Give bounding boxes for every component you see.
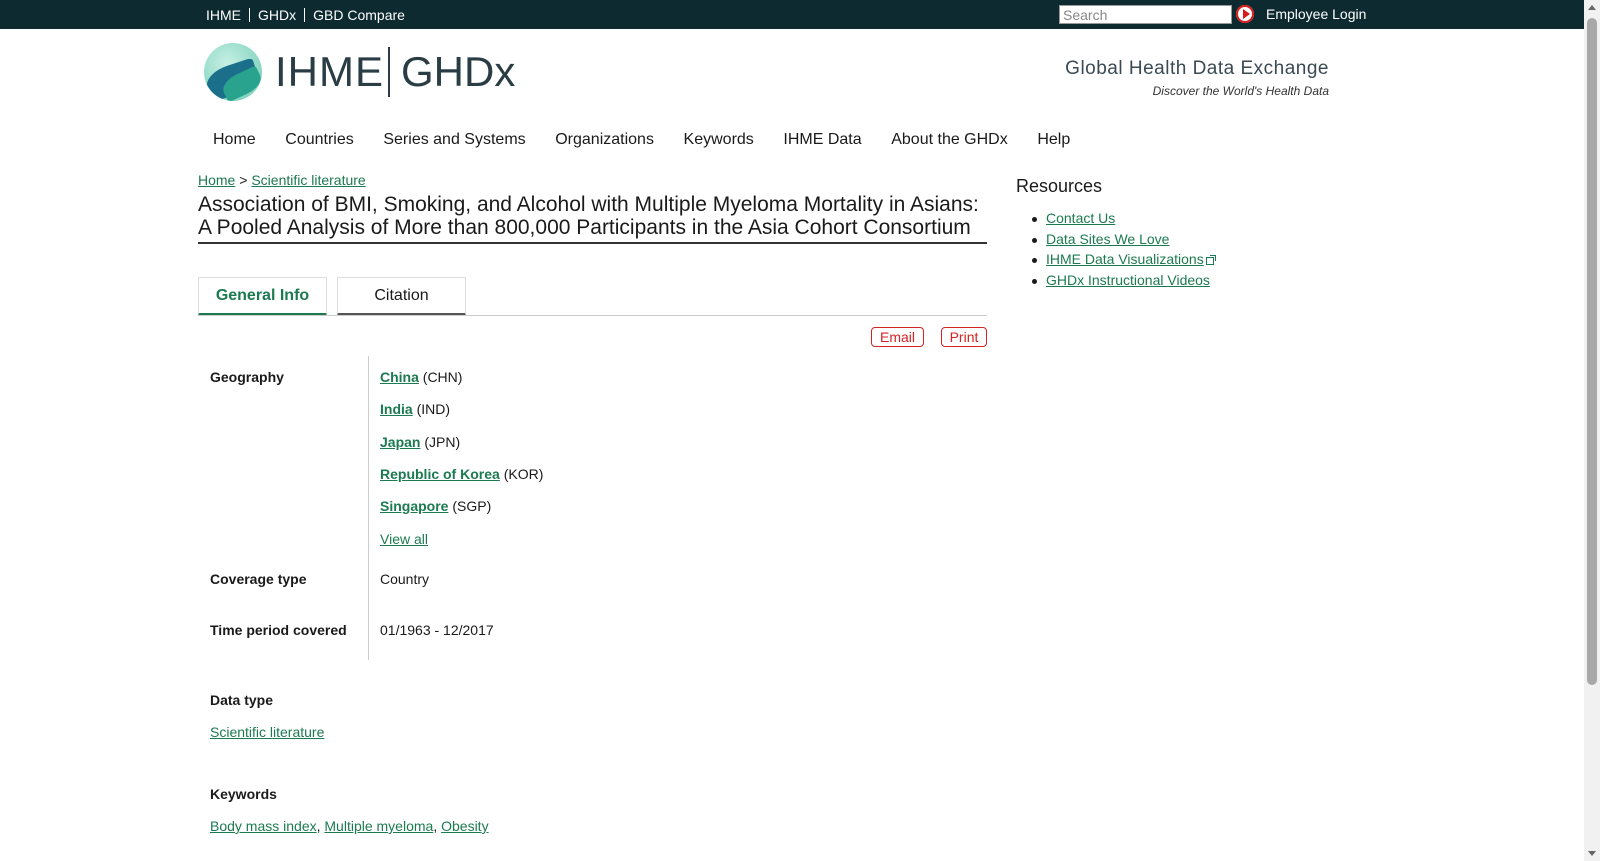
time-period-label: Time period covered — [210, 622, 347, 638]
view-all-link[interactable]: View all — [380, 531, 428, 547]
keyword-link-obesity[interactable]: Obesity — [441, 818, 488, 834]
play-circle-icon — [1236, 5, 1254, 23]
keyword-link-multiple-myeloma[interactable]: Multiple myeloma — [324, 818, 433, 834]
keywords-list: Body mass index, Multiple myeloma, Obesi… — [210, 818, 489, 834]
top-link-ihme[interactable]: IHME — [206, 8, 249, 22]
nav-item-ihme-data[interactable]: IHME Data — [783, 131, 861, 149]
resource-link-ihme-data-visualizations[interactable]: IHME Data Visualizations — [1046, 251, 1204, 267]
geography-code: (JPN) — [424, 434, 461, 450]
top-bar: IHME GHDx GBD Compare Employee Login — [0, 0, 1584, 29]
top-link-gbd-compare[interactable]: GBD Compare — [304, 7, 413, 22]
print-button[interactable]: Print — [941, 327, 987, 347]
keywords-label: Keywords — [210, 786, 277, 802]
resources-title: Resources — [1016, 176, 1103, 196]
tab-general-info[interactable]: General Info — [198, 277, 327, 316]
geography-link-singapore[interactable]: Singapore — [380, 498, 448, 514]
breadcrumb: Home > Scientific literature — [198, 172, 366, 188]
top-links: IHME GHDx GBD Compare — [206, 0, 413, 29]
main-nav: Home Countries Series and Systems Organi… — [213, 131, 1100, 149]
geography-item: India (IND) — [380, 401, 450, 417]
geography-item: Singapore (SGP) — [380, 498, 491, 514]
nav-item-keywords[interactable]: Keywords — [684, 131, 754, 149]
geography-code: (CHN) — [422, 369, 463, 385]
site-slogan: Discover the World's Health Data — [1152, 84, 1329, 98]
nav-item-countries[interactable]: Countries — [285, 131, 353, 149]
keyword-link-body-mass-index[interactable]: Body mass index — [210, 818, 317, 834]
logo-text-ghdx[interactable]: GHDx — [401, 50, 515, 94]
tabs-divider — [198, 315, 987, 316]
search-input[interactable] — [1059, 5, 1232, 24]
list-item: Data Sites We Love — [1032, 231, 1216, 252]
nav-item-home[interactable]: Home — [213, 131, 256, 149]
coverage-type-value: Country — [380, 571, 430, 587]
tab-citation[interactable]: Citation — [337, 277, 466, 316]
breadcrumb-home[interactable]: Home — [198, 172, 235, 188]
page-scrollbar[interactable] — [1584, 0, 1600, 861]
geography-item: Japan (JPN) — [380, 434, 460, 450]
top-link-ghdx[interactable]: GHDx — [249, 7, 304, 22]
geography-link-india[interactable]: India — [380, 401, 413, 417]
list-item: IHME Data Visualizations — [1032, 251, 1216, 272]
keyword-separator: , — [433, 818, 438, 834]
nav-item-organizations[interactable]: Organizations — [555, 131, 654, 149]
geography-link-japan[interactable]: Japan — [380, 434, 420, 450]
scroll-thumb[interactable] — [1587, 18, 1597, 685]
nav-item-series-and-systems[interactable]: Series and Systems — [383, 131, 525, 149]
geography-code: (KOR) — [503, 466, 544, 482]
logo-divider — [388, 47, 390, 97]
scroll-up-arrow-icon[interactable] — [1588, 5, 1596, 10]
data-type-link[interactable]: Scientific literature — [210, 724, 324, 740]
field-divider — [368, 356, 369, 660]
geography-link-china[interactable]: China — [380, 369, 419, 385]
time-period-value: 01/1963 - 12/2017 — [380, 622, 494, 638]
employee-login-link[interactable]: Employee Login — [1266, 6, 1366, 22]
page-title: Association of BMI, Smoking, and Alcohol… — [198, 193, 987, 244]
resources-list: Contact Us Data Sites We Love IHME Data … — [1032, 210, 1216, 293]
geography-code: (SGP) — [452, 498, 492, 514]
geography-item: Republic of Korea (KOR) — [380, 466, 543, 482]
external-link-icon — [1205, 255, 1216, 266]
nav-item-about-the-ghdx[interactable]: About the GHDx — [891, 131, 1008, 149]
ihme-logo-icon[interactable] — [204, 43, 262, 101]
keyword-separator: , — [316, 818, 321, 834]
email-button[interactable]: Email — [871, 327, 924, 347]
coverage-type-label: Coverage type — [210, 571, 307, 587]
geography-label: Geography — [210, 369, 284, 385]
list-item: GHDx Instructional Videos — [1032, 272, 1216, 293]
site-title: Global Health Data Exchange — [1065, 58, 1329, 79]
search-submit-button[interactable] — [1236, 5, 1254, 23]
nav-item-help[interactable]: Help — [1037, 131, 1070, 149]
resource-link-ghdx-instructional-videos[interactable]: GHDx Instructional Videos — [1046, 272, 1210, 288]
geography-link-republic-of-korea[interactable]: Republic of Korea — [380, 466, 500, 482]
breadcrumb-separator: > — [239, 172, 248, 188]
scroll-down-arrow-icon[interactable] — [1588, 851, 1596, 856]
resource-link-data-sites-we-love[interactable]: Data Sites We Love — [1046, 231, 1169, 247]
breadcrumb-scientific-literature[interactable]: Scientific literature — [251, 172, 365, 188]
logo-text-ihme[interactable]: IHME — [275, 50, 384, 94]
geography-item: China (CHN) — [380, 369, 462, 385]
geography-code: (IND) — [416, 401, 450, 417]
data-type-label: Data type — [210, 692, 274, 708]
list-item: Contact Us — [1032, 210, 1216, 231]
resource-link-contact-us[interactable]: Contact Us — [1046, 210, 1115, 226]
